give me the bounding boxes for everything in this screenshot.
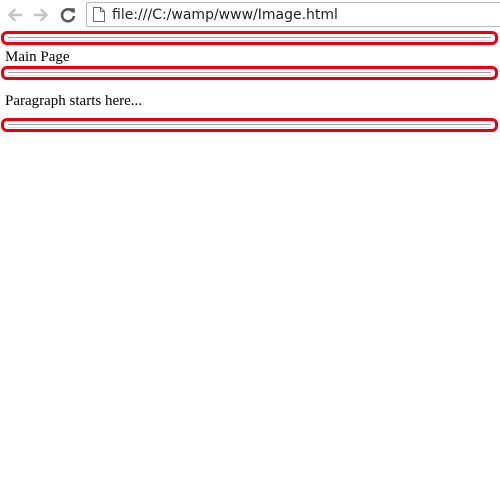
main-page-text: Main Page [5, 49, 70, 65]
highlighted-horizontal-rule [1, 31, 498, 45]
arrow-right-icon [33, 8, 49, 22]
browser-toolbar: file:///C:/wamp/www/Image.html [0, 0, 500, 30]
back-button[interactable] [4, 4, 26, 26]
paragraph-text: Paragraph starts here... [5, 93, 143, 109]
reload-icon [60, 7, 76, 23]
forward-button[interactable] [30, 4, 52, 26]
arrow-left-icon [7, 8, 23, 22]
document-icon [92, 7, 106, 23]
reload-button[interactable] [57, 4, 79, 26]
page-content: Main Page Paragraph starts here... [0, 30, 500, 500]
highlighted-horizontal-rule [1, 66, 498, 80]
url-text: file:///C:/wamp/www/Image.html [112, 6, 338, 23]
horizontal-rule [8, 72, 491, 76]
highlighted-horizontal-rule [1, 118, 498, 132]
horizontal-rule [8, 37, 491, 41]
address-bar[interactable]: file:///C:/wamp/www/Image.html [86, 2, 500, 27]
horizontal-rule [8, 124, 491, 128]
